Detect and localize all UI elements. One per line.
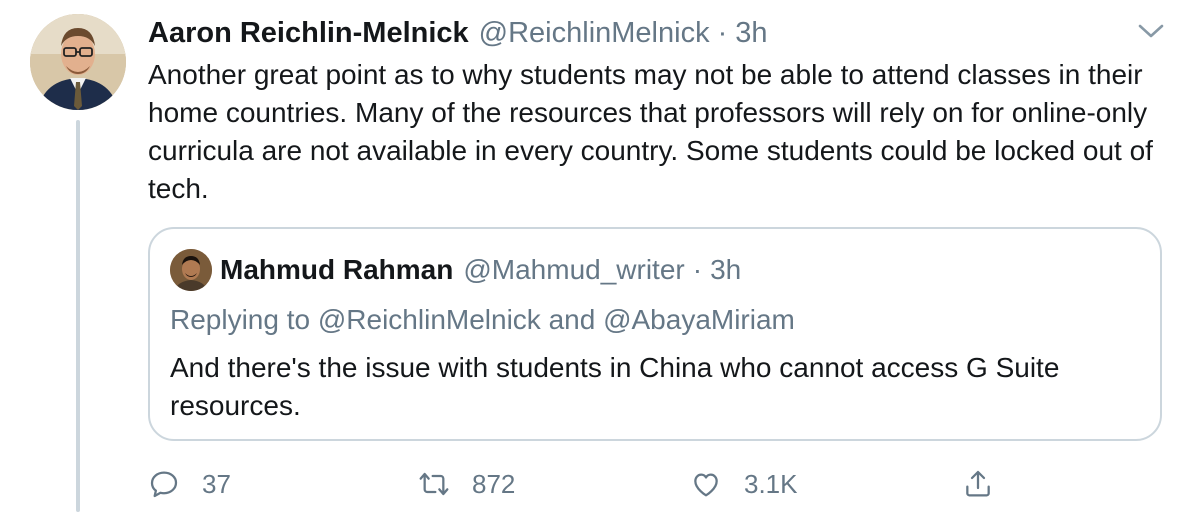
thread-connector-line xyxy=(76,120,80,512)
tweet-text: Another great point as to why students m… xyxy=(148,59,1153,204)
reply-button[interactable]: 37 xyxy=(148,462,231,506)
tweet-timestamp[interactable]: 3h xyxy=(735,17,767,50)
retweet-button[interactable]: 872 xyxy=(418,462,515,506)
retweet-count: 872 xyxy=(472,468,516,499)
reply-count: 37 xyxy=(202,468,231,499)
quoted-tweet-text: And there's the issue with students in C… xyxy=(170,352,1060,421)
quoted-tweet-card[interactable]: Mahmud Rahman @Mahmud_writer · 3h Replyi… xyxy=(148,227,1162,441)
author-name[interactable]: Aaron Reichlin-Melnick xyxy=(148,17,469,50)
share-icon xyxy=(966,470,990,497)
reply-icon xyxy=(150,471,178,498)
header-separator: · xyxy=(717,16,728,49)
chevron-down-icon[interactable] xyxy=(1136,20,1166,42)
quoted-tweet-header: Mahmud Rahman @Mahmud_writer · 3h xyxy=(220,249,741,291)
like-button[interactable]: 3.1K xyxy=(690,462,798,506)
author-handle[interactable]: @ReichlinMelnick xyxy=(479,17,710,50)
quoted-replying-to: Replying to @ReichlinMelnick and @AbayaM… xyxy=(170,304,795,335)
like-icon xyxy=(694,473,718,497)
quoted-header-separator: · xyxy=(692,254,703,285)
like-count: 3.1K xyxy=(744,468,798,499)
share-button[interactable] xyxy=(962,462,994,506)
quoted-author-handle[interactable]: @Mahmud_writer xyxy=(463,254,684,286)
quoted-author-avatar-image xyxy=(170,249,212,291)
author-avatar-image xyxy=(30,14,126,110)
tweet-actions-bar: 37 872 3.1K xyxy=(148,462,1188,506)
quoted-tweet-timestamp[interactable]: 3h xyxy=(710,254,741,286)
author-avatar[interactable] xyxy=(30,14,126,110)
retweet-icon xyxy=(419,472,449,496)
quoted-author-name[interactable]: Mahmud Rahman xyxy=(220,254,453,286)
tweet-header: Aaron Reichlin-Melnick @ReichlinMelnick … xyxy=(148,14,768,52)
quoted-author-avatar[interactable] xyxy=(170,249,212,291)
